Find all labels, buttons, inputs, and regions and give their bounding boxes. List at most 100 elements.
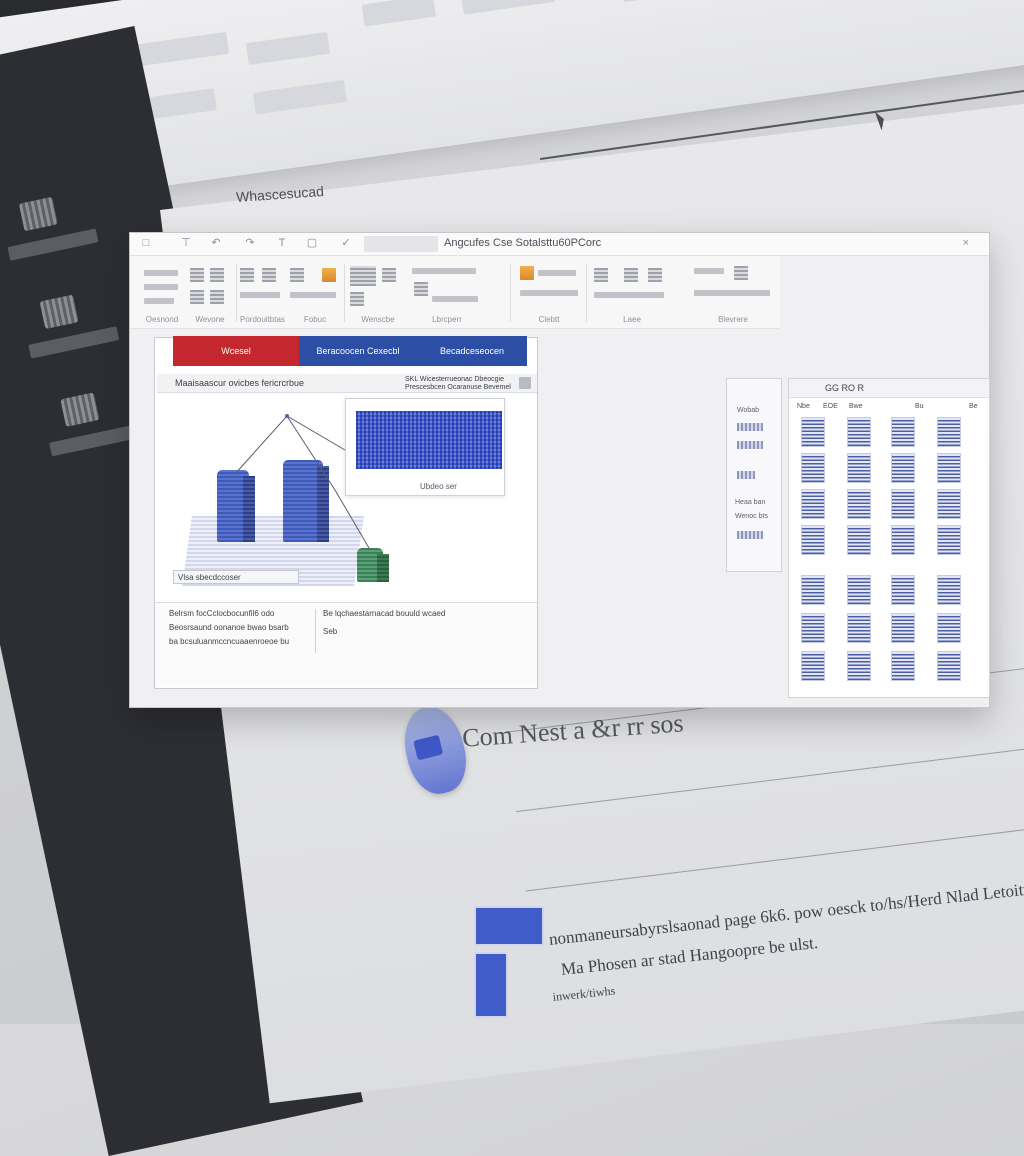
- sidebar-tool-icon: [39, 294, 79, 330]
- ribbon-button-icon[interactable]: [624, 268, 638, 282]
- ribbon-group: Pordouitbtas: [240, 262, 285, 324]
- ribbon-item[interactable]: [520, 290, 578, 296]
- ribbon-item[interactable]: [290, 292, 336, 298]
- undo-icon[interactable]: ↶: [210, 237, 222, 249]
- ribbon-highlight-icon[interactable]: [520, 266, 534, 280]
- ribbon-button-icon[interactable]: [350, 292, 364, 306]
- ribbon-separator: [510, 264, 511, 322]
- ribbon-large-button-icon[interactable]: [350, 266, 376, 286]
- thumbnail-cell[interactable]: [937, 651, 961, 681]
- ribbon-item[interactable]: [144, 270, 178, 276]
- ribbon-group-label: Lbrcperr: [432, 315, 462, 324]
- pane-options-icon[interactable]: [519, 377, 531, 389]
- note-line: Beosrsaund oonanoe bwao bsarb: [169, 623, 289, 632]
- page-rule-line: [525, 814, 1024, 892]
- chart-stage: Ubdeo ser: [169, 398, 527, 598]
- thumbnail-cell[interactable]: [937, 575, 961, 605]
- ribbon-button-icon[interactable]: [414, 282, 428, 296]
- thumbnail-cell[interactable]: [847, 651, 871, 681]
- ribbon-button-icon[interactable]: [190, 268, 204, 282]
- thumbnail-cell[interactable]: [937, 525, 961, 555]
- grid-panel-title: GG RO R: [825, 383, 865, 393]
- thumbnail-cell[interactable]: [847, 417, 871, 447]
- thumbnail-cell[interactable]: [891, 613, 915, 643]
- thumbnail-grid-panel: GG RO R Nbe EOE Bwe Bu Be: [788, 378, 990, 698]
- background-ribbon-button: [134, 31, 230, 67]
- ribbon-item[interactable]: [432, 296, 478, 302]
- ribbon-item[interactable]: [144, 284, 178, 290]
- thumbnail-cell[interactable]: [847, 489, 871, 519]
- ribbon-item[interactable]: [538, 270, 576, 276]
- side-panel-item[interactable]: [737, 423, 763, 431]
- side-panel-item[interactable]: [737, 531, 763, 539]
- status-field[interactable]: Vlsa sbecdccoser: [173, 570, 299, 584]
- ribbon-item[interactable]: [594, 292, 664, 298]
- text-icon[interactable]: T: [276, 237, 288, 249]
- tab-primary[interactable]: Wcesel: [173, 336, 299, 366]
- thumbnail-cell[interactable]: [847, 453, 871, 483]
- ribbon-separator: [236, 264, 237, 322]
- ribbon-button-icon[interactable]: [210, 268, 224, 282]
- thumbnail-cell[interactable]: [847, 525, 871, 555]
- thumbnail-cell[interactable]: [891, 417, 915, 447]
- thumbnail-cell[interactable]: [847, 575, 871, 605]
- thumbnail-cell[interactable]: [937, 453, 961, 483]
- ribbon-button-icon[interactable]: [262, 268, 276, 282]
- thumbnail-cell[interactable]: [801, 613, 825, 643]
- side-panel-item[interactable]: [737, 471, 755, 479]
- save-icon[interactable]: ▢: [306, 237, 318, 249]
- thumbnail-cell[interactable]: [891, 453, 915, 483]
- thumbnail-cell[interactable]: [891, 525, 915, 555]
- tab-secondary[interactable]: Beracoocen Cexecbl: [299, 336, 417, 366]
- ribbon-button-icon[interactable]: [290, 268, 304, 282]
- ribbon-button-icon[interactable]: [734, 266, 748, 280]
- thumbnail-cell[interactable]: [937, 417, 961, 447]
- thumbnail-cell[interactable]: [891, 575, 915, 605]
- side-panel-label: Heaa ban: [735, 499, 766, 506]
- ribbon-button-icon[interactable]: [190, 290, 204, 304]
- window-title: Angcufes Cse Sotalsttu60PCorc: [444, 237, 602, 249]
- document-tab[interactable]: [364, 236, 438, 252]
- background-ribbon-button: [245, 31, 331, 66]
- ribbon-button-icon[interactable]: [240, 268, 254, 282]
- ribbon-button-icon[interactable]: [648, 268, 662, 282]
- ribbon-item[interactable]: [240, 292, 280, 298]
- thumbnail-cell[interactable]: [801, 417, 825, 447]
- ribbon-item[interactable]: [412, 268, 476, 274]
- thumbnail-cell[interactable]: [847, 613, 871, 643]
- thumbnail-cell[interactable]: [937, 489, 961, 519]
- ribbon-item[interactable]: [144, 298, 174, 304]
- ribbon-button-icon[interactable]: [210, 290, 224, 304]
- background-ribbon-button: [460, 0, 556, 15]
- side-panel-item[interactable]: [737, 441, 763, 449]
- notes-area: Belrsm focCclocbocunfil6 odo Beosrsaund …: [155, 602, 537, 687]
- window-menu-icon[interactable]: □: [140, 237, 152, 249]
- grid-column-label: EOE: [823, 403, 838, 410]
- sidebar-tool-icon: [18, 196, 58, 232]
- tab-tertiary[interactable]: Becadceseocen: [417, 336, 527, 366]
- thumbnail-cell[interactable]: [801, 489, 825, 519]
- connector-point: [285, 414, 289, 418]
- ribbon-group-label: Fobuc: [303, 315, 327, 324]
- ribbon-separator: [586, 264, 587, 322]
- thumbnail-cell[interactable]: [937, 613, 961, 643]
- ribbon-highlight-icon[interactable]: [322, 268, 336, 282]
- thumbnail-cell[interactable]: [801, 575, 825, 605]
- ribbon-button-icon[interactable]: [382, 268, 396, 282]
- ribbon-group: Oesnond: [142, 262, 182, 324]
- side-panel: Wobab Heaa ban Wenoc bts: [726, 378, 782, 572]
- background-ribbon-button: [620, 0, 705, 3]
- redo-icon[interactable]: ↷: [244, 237, 256, 249]
- ribbon-button-icon[interactable]: [594, 268, 608, 282]
- close-icon[interactable]: ×: [963, 237, 969, 249]
- note-line: Seb: [323, 627, 338, 636]
- thumbnail-cell[interactable]: [801, 453, 825, 483]
- thumbnail-cell[interactable]: [801, 525, 825, 555]
- check-icon[interactable]: ✓: [340, 237, 352, 249]
- pin-icon[interactable]: ⊤: [180, 237, 192, 249]
- ribbon-item[interactable]: [694, 290, 770, 296]
- thumbnail-cell[interactable]: [801, 651, 825, 681]
- thumbnail-cell[interactable]: [891, 651, 915, 681]
- ribbon-item[interactable]: [694, 268, 724, 274]
- thumbnail-cell[interactable]: [891, 489, 915, 519]
